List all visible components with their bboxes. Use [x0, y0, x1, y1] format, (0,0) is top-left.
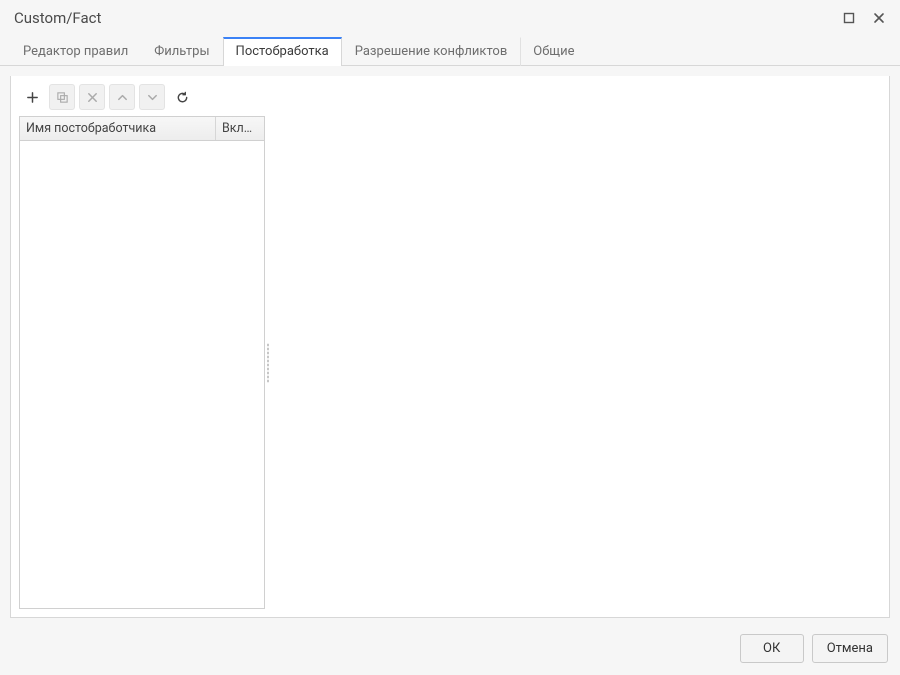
reload-button[interactable] — [169, 84, 195, 110]
window-controls — [838, 7, 890, 29]
duplicate-button — [49, 84, 75, 110]
grid-header: Имя постобработчика Вкл… — [20, 117, 264, 141]
ok-button[interactable]: ОК — [740, 634, 804, 663]
cancel-button[interactable]: Отмена — [812, 634, 888, 663]
toolbar — [19, 84, 881, 116]
column-name[interactable]: Имя постобработчика — [20, 117, 216, 140]
tab-strip: Редактор правил Фильтры Постобработка Ра… — [0, 36, 900, 66]
close-icon[interactable] — [868, 7, 890, 29]
window-title: Custom/Fact — [14, 9, 838, 27]
tab-general[interactable]: Общие — [520, 37, 587, 66]
dialog-footer: ОК Отмена — [0, 624, 900, 675]
grid-body[interactable] — [20, 141, 264, 608]
detail-pane — [271, 116, 881, 609]
tab-rules-editor[interactable]: Редактор правил — [10, 37, 141, 66]
tab-filters[interactable]: Фильтры — [141, 37, 222, 66]
split-row: Имя постобработчика Вкл… — [19, 116, 881, 609]
column-enabled[interactable]: Вкл… — [216, 117, 264, 140]
postprocessing-panel: Имя постобработчика Вкл… — [10, 76, 890, 618]
title-bar: Custom/Fact — [0, 0, 900, 36]
content-area: Имя постобработчика Вкл… — [0, 66, 900, 624]
tab-postprocessing[interactable]: Постобработка — [223, 37, 342, 66]
move-up-button — [109, 84, 135, 110]
move-down-button — [139, 84, 165, 110]
delete-button — [79, 84, 105, 110]
postprocessor-grid[interactable]: Имя постобработчика Вкл… — [19, 116, 265, 609]
tab-conflict-resolution[interactable]: Разрешение конфликтов — [342, 37, 521, 66]
maximize-icon[interactable] — [838, 7, 860, 29]
add-button[interactable] — [19, 84, 45, 110]
